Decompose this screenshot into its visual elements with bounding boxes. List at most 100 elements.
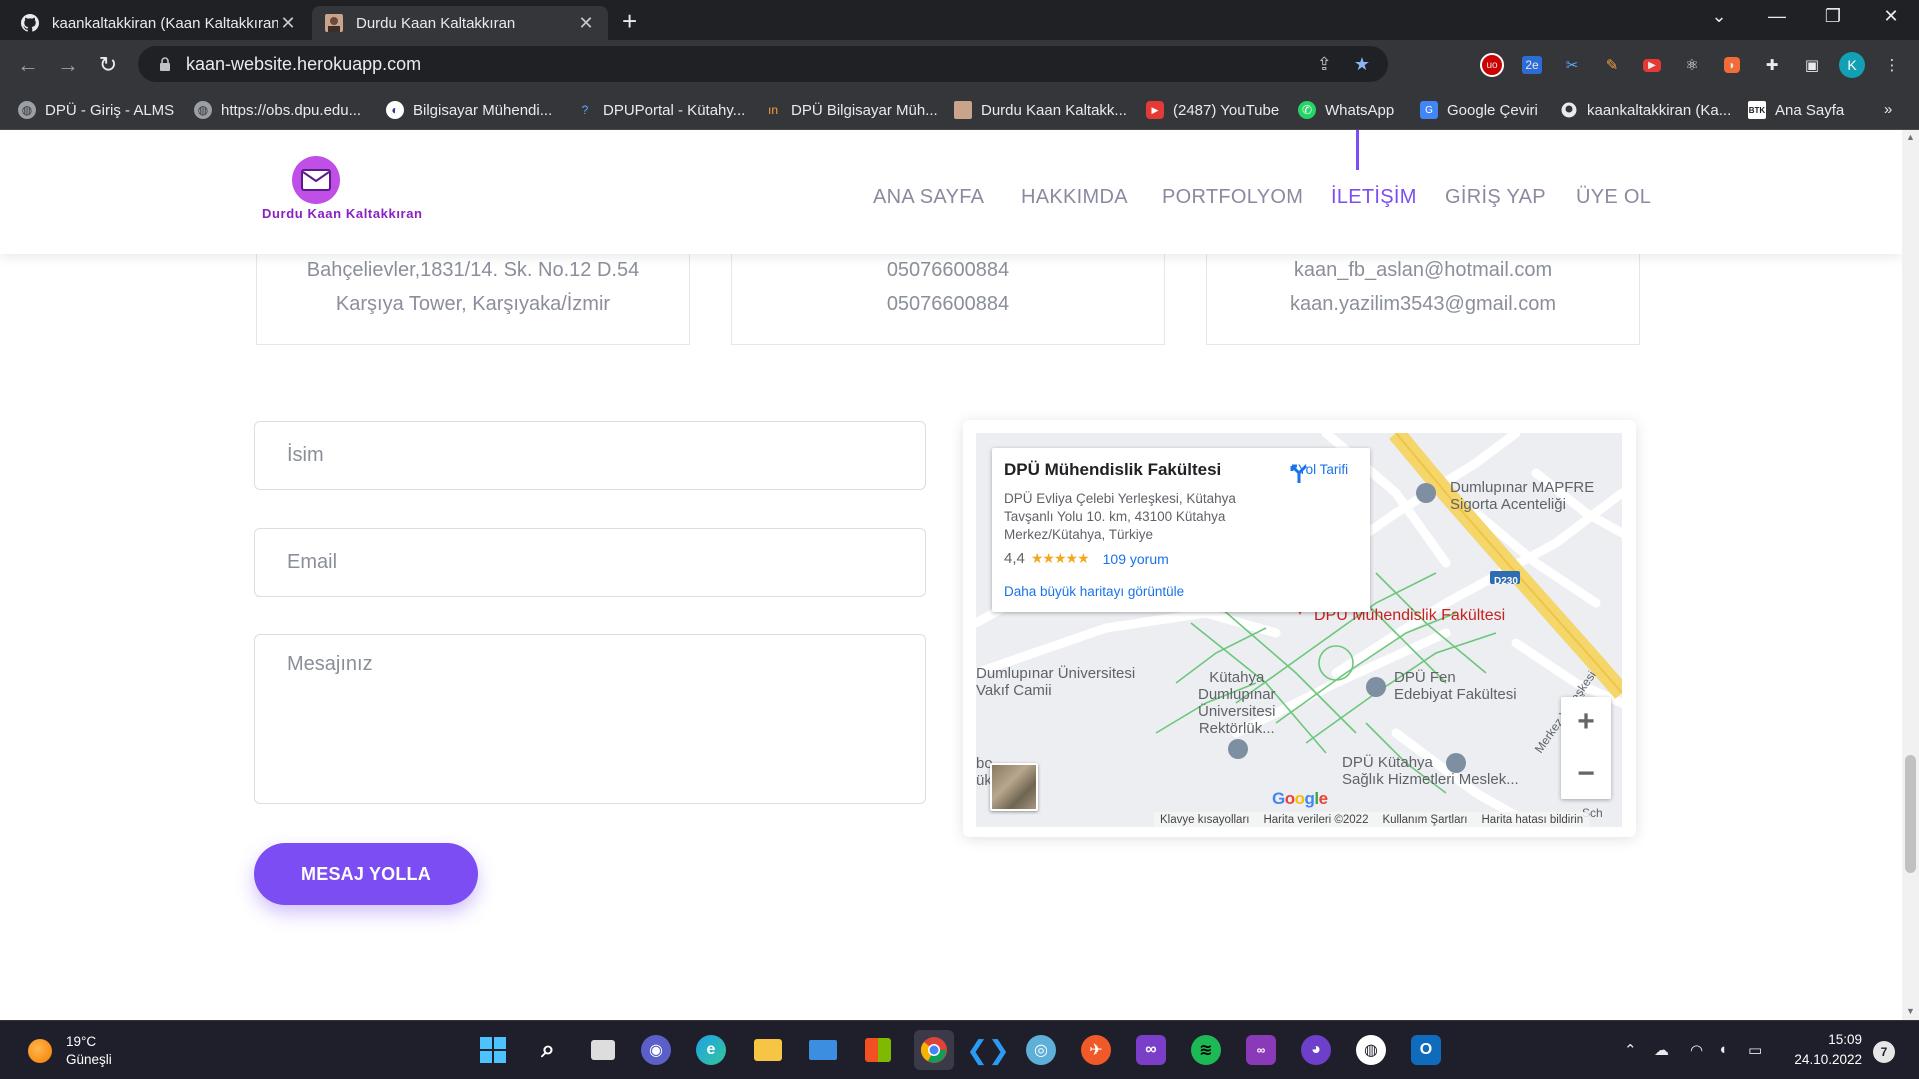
zoom-in-button[interactable]: + bbox=[1561, 697, 1611, 747]
chrome-taskbar-icon[interactable] bbox=[914, 1030, 954, 1070]
back-button[interactable]: ← bbox=[14, 53, 42, 77]
reload-button[interactable]: ↻ bbox=[94, 53, 122, 77]
close-window-button[interactable]: ✕ bbox=[1876, 6, 1906, 27]
menu-giris-yap[interactable]: GİRİŞ YAP bbox=[1445, 186, 1546, 209]
forward-button[interactable]: → bbox=[54, 53, 82, 77]
spotify-icon[interactable]: ≋ bbox=[1191, 1035, 1221, 1065]
bookmark-item[interactable]: ◐ Bilgisayar Mühendi... bbox=[386, 101, 552, 119]
mail-icon[interactable] bbox=[806, 1033, 840, 1067]
menu-uye-ol[interactable]: ÜYE OL bbox=[1576, 186, 1651, 209]
clock[interactable]: 15:09 24.10.2022 bbox=[1790, 1030, 1862, 1070]
map-footer: Klavye kısayolları Harita verileri ©2022… bbox=[1154, 812, 1590, 827]
show-hidden-icons[interactable]: ⌃ bbox=[1624, 1041, 1637, 1059]
close-tab-icon[interactable]: ✕ bbox=[278, 13, 298, 34]
bigger-map-link[interactable]: Daha büyük haritayı görüntüle bbox=[1004, 584, 1184, 599]
chrome-menu-icon[interactable]: ⋮ bbox=[1878, 51, 1906, 79]
bookmark-item[interactable]: ◍ DPÜ - Giriş - ALMS bbox=[18, 101, 174, 119]
wifi-icon[interactable]: ◠ bbox=[1690, 1041, 1703, 1059]
close-tab-icon[interactable]: ✕ bbox=[576, 13, 596, 34]
tab-github[interactable]: kaankaltakkiran (Kaan Kaltakkıran) ✕ bbox=[8, 6, 310, 40]
visual-studio-icon[interactable]: ∞ bbox=[1136, 1035, 1166, 1065]
bookmark-item[interactable]: ? DPUPortal - Kütahy... bbox=[576, 101, 746, 119]
share-icon[interactable]: ⇪ bbox=[1317, 54, 1332, 75]
report-error-link[interactable]: Harita hatası bildirin bbox=[1482, 814, 1584, 826]
rating-stars: ★★★★★ bbox=[1030, 550, 1090, 566]
chat-icon[interactable]: ◉ bbox=[641, 1035, 671, 1065]
place-address: DPÜ Evliya Çelebi Yerleşkesi, Kütahya Ta… bbox=[1004, 491, 1236, 542]
bookmark-item[interactable]: G Google Çeviri bbox=[1420, 101, 1538, 119]
search-icon[interactable]: ⌕ bbox=[531, 1033, 565, 1067]
notification-badge[interactable]: 7 bbox=[1873, 1041, 1895, 1063]
scroll-up-icon[interactable]: ▲ bbox=[1906, 132, 1915, 142]
bookmark-item[interactable]: ◍ https://obs.dpu.edu... bbox=[194, 101, 361, 119]
reviews-link[interactable]: 109 yorum bbox=[1103, 551, 1169, 567]
page-viewport: Bahçelievler,1831/14. Sk. No.12 D.54 Kar… bbox=[0, 130, 1902, 1020]
onedrive-icon[interactable]: ☁ bbox=[1654, 1041, 1669, 1059]
extension-2e-icon[interactable]: 2e bbox=[1518, 51, 1546, 79]
outlook-icon[interactable]: O bbox=[1411, 1035, 1441, 1065]
map-label-mapfre: Dumlupınar MAPFRE Sigorta Acenteliği bbox=[1450, 479, 1595, 513]
vscode-icon[interactable]: ❮❯ bbox=[966, 1033, 1010, 1067]
menu-portfolyom[interactable]: PORTFOLYOM bbox=[1162, 186, 1303, 209]
temperature: 19°C bbox=[66, 1034, 97, 1049]
start-icon[interactable] bbox=[476, 1033, 510, 1067]
bookmark-item[interactable]: ✆ WhatsApp bbox=[1298, 101, 1394, 119]
zoom-out-button[interactable]: − bbox=[1561, 749, 1611, 799]
address-line-1: Bahçelievler,1831/14. Sk. No.12 D.54 bbox=[306, 259, 640, 281]
page-scrollbar[interactable]: ▲ ▼ bbox=[1902, 130, 1919, 1020]
bookmark-item[interactable]: ▶ (2487) YouTube bbox=[1146, 101, 1279, 119]
extension-rss-icon[interactable]: ◗ bbox=[1718, 51, 1746, 79]
site-logo[interactable]: Durdu Kaan Kaltakkıran bbox=[262, 156, 442, 226]
menu-iletisim[interactable]: İLETİŞİM bbox=[1331, 186, 1417, 209]
extensions-puzzle-icon[interactable]: ✚ bbox=[1758, 51, 1786, 79]
bookmarks-overflow-button[interactable]: » bbox=[1884, 101, 1892, 118]
profile-avatar[interactable]: K bbox=[1838, 51, 1866, 79]
google-map[interactable]: Dumlupınar MAPFRE Sigorta Acenteliği DPÜ… bbox=[976, 433, 1622, 827]
restore-button[interactable]: ❐ bbox=[1818, 6, 1848, 27]
bookmark-item[interactable]: BTK Ana Sayfa bbox=[1748, 101, 1844, 119]
bookmark-item[interactable]: ın DPÜ Bilgisayar Müh... bbox=[764, 101, 938, 119]
store-icon[interactable] bbox=[861, 1033, 895, 1067]
directions-button[interactable]: Yol Tarifi bbox=[1288, 462, 1358, 483]
battery-icon[interactable]: ▭ bbox=[1748, 1041, 1762, 1059]
extension-youtube-icon[interactable]: ▶ bbox=[1638, 51, 1666, 79]
app-globe-icon[interactable]: ◎ bbox=[1026, 1035, 1056, 1065]
tab-portfolio[interactable]: Durdu Kaan Kaltakkıran ✕ bbox=[312, 6, 608, 40]
sun-icon bbox=[28, 1039, 52, 1063]
map-data-text: Harita verileri ©2022 bbox=[1263, 813, 1369, 826]
send-message-button[interactable]: MESAJ YOLLA bbox=[254, 843, 478, 905]
file-explorer-icon[interactable] bbox=[751, 1033, 785, 1067]
scroll-down-icon[interactable]: ▼ bbox=[1906, 1006, 1915, 1016]
keyboard-shortcuts-link[interactable]: Klavye kısayolları bbox=[1160, 814, 1249, 826]
menu-ana-sayfa[interactable]: ANA SAYFA bbox=[873, 186, 984, 209]
github-desktop-icon[interactable]: ◕ bbox=[1301, 1035, 1331, 1065]
bookmark-star-icon[interactable]: ★ bbox=[1354, 54, 1370, 75]
volume-icon[interactable]: ◖ bbox=[1718, 1041, 1727, 1058]
ublock-icon[interactable]: uo bbox=[1478, 51, 1506, 79]
menu-hakkimda[interactable]: HAKKIMDA bbox=[1021, 186, 1128, 209]
extension-tools-icon[interactable]: ✂ bbox=[1558, 51, 1586, 79]
scrollbar-thumb[interactable] bbox=[1905, 755, 1916, 873]
address-bar[interactable]: kaan-website.herokuapp.com ⇪ ★ bbox=[138, 46, 1388, 82]
extension-pen-icon[interactable]: ✎ bbox=[1598, 51, 1626, 79]
terms-link[interactable]: Kullanım Şartları bbox=[1382, 814, 1467, 826]
google-watermark: Google bbox=[1272, 789, 1328, 808]
side-panel-icon[interactable]: ▣ bbox=[1798, 51, 1826, 79]
bookmark-item[interactable]: Durdu Kaan Kaltakk... bbox=[954, 101, 1127, 119]
weather-widget[interactable]: 19°C Güneşli bbox=[28, 1033, 112, 1069]
edge-icon[interactable]: e bbox=[696, 1035, 726, 1065]
minimize-button[interactable]: — bbox=[1762, 6, 1792, 27]
app-white-icon[interactable]: ◍ bbox=[1356, 1035, 1386, 1065]
new-tab-button[interactable]: + bbox=[622, 8, 637, 34]
react-devtools-icon[interactable]: ⚛ bbox=[1678, 51, 1706, 79]
satellite-toggle[interactable] bbox=[990, 763, 1038, 811]
name-input[interactable]: İsim bbox=[254, 421, 926, 490]
message-textarea[interactable]: Mesajınız bbox=[254, 634, 926, 804]
email-input[interactable]: Email bbox=[254, 528, 926, 597]
postman-icon[interactable]: ✈ bbox=[1081, 1035, 1111, 1065]
tab-search-icon[interactable]: ⌄ bbox=[1704, 6, 1734, 27]
task-view-icon[interactable] bbox=[586, 1033, 620, 1067]
globe-icon: ◍ bbox=[194, 101, 212, 119]
app-purple-icon[interactable]: ∞ bbox=[1246, 1035, 1276, 1065]
bookmark-item[interactable]: kaankaltakkiran (Ka... bbox=[1560, 101, 1731, 119]
